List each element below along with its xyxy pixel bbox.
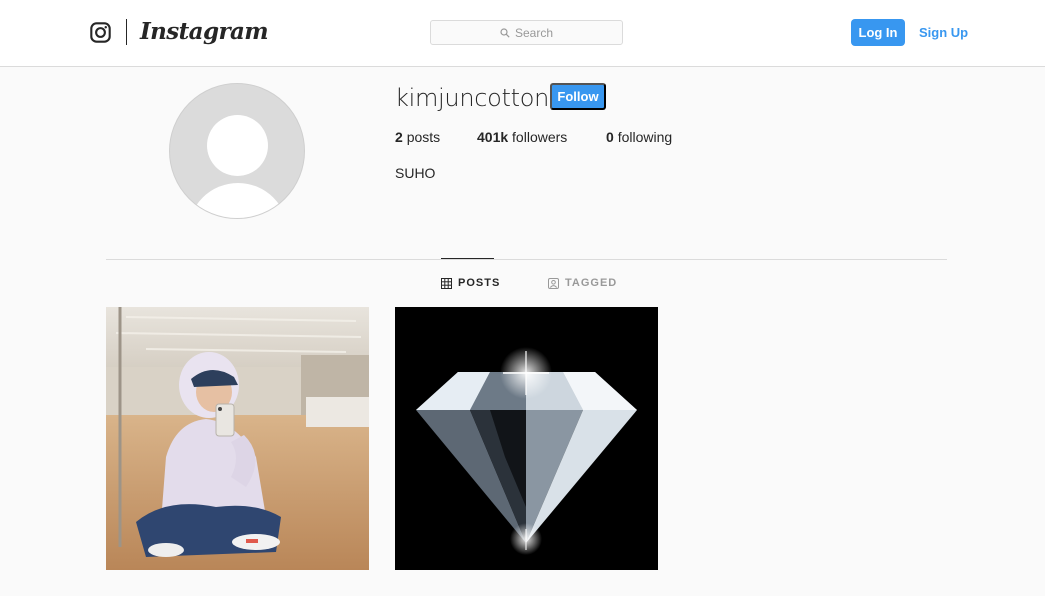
profile-bio: SUHO [395,165,436,181]
grid-icon [441,277,452,289]
following-count: 0 [606,129,614,145]
posts-label: posts [406,129,441,145]
avatar-placeholder-body [188,183,288,218]
active-tab-indicator [441,258,494,259]
search-placeholder: Search [514,25,554,40]
search-input[interactable]: Search [430,20,623,45]
tab-posts-label: POSTS [458,277,501,289]
avatar[interactable] [169,83,305,219]
posts-count: 2 [395,129,403,145]
tabs-divider [106,259,947,260]
post-thumbnail[interactable] [106,307,369,570]
nav-divider [126,19,127,45]
instagram-glyph-icon[interactable] [90,22,111,43]
followers-label: followers [512,129,568,145]
post-thumbnail[interactable] [395,307,658,570]
following-label: following [617,129,673,145]
stat-following[interactable]: 0 following [606,129,672,146]
selfie-photo [106,307,369,570]
stat-posts: 2 posts [395,129,440,146]
search-icon [500,27,510,38]
diamond-photo [395,307,658,570]
profile-username: kimjuncotton [395,84,550,112]
followers-count: 401k [477,129,509,145]
signup-link[interactable]: Sign Up [919,25,968,41]
avatar-placeholder-head [207,115,268,176]
tab-tagged[interactable]: TAGGED [548,276,617,290]
instagram-wordmark-logo[interactable]: Instagram [140,17,269,47]
tab-posts[interactable]: POSTS [441,276,500,290]
follow-button[interactable]: Follow [550,83,606,110]
tagged-icon [548,277,559,289]
login-button[interactable]: Log In [851,19,905,46]
stat-followers[interactable]: 401k followers [477,129,567,146]
tab-tagged-label: TAGGED [565,277,618,289]
top-nav: Instagram Search Log In Sign Up [0,0,1045,67]
